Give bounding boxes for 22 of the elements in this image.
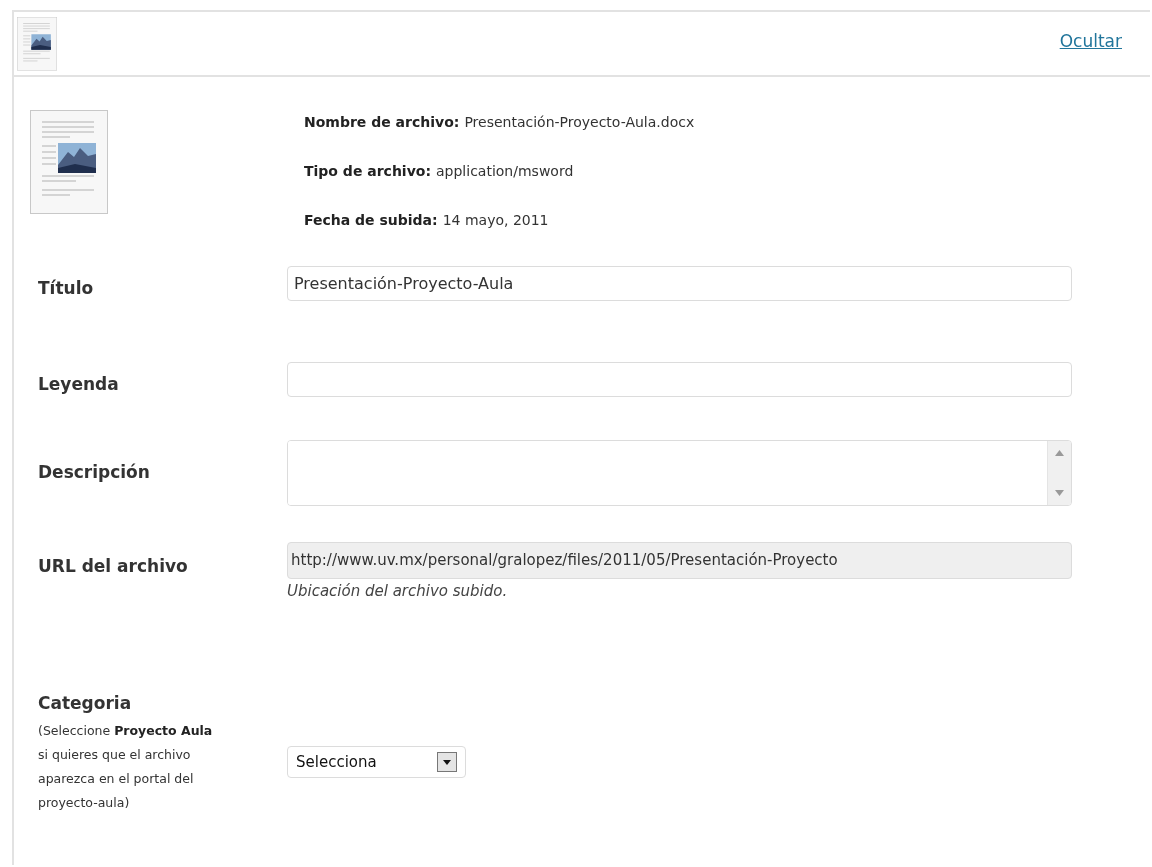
info-value: 14 mayo, 2011 bbox=[442, 212, 549, 228]
info-label: Nombre de archivo: bbox=[304, 114, 460, 130]
help-text: (Seleccione Proyecto Aula si quieres que el archivo aparezca en el portal del proyecto-aula) bbox=[38, 722, 214, 812]
field-label: Leyenda bbox=[38, 373, 120, 396]
field-label: Descripción bbox=[38, 461, 151, 484]
hide-link[interactable]: Ocultar bbox=[1059, 30, 1122, 51]
document-icon bbox=[17, 16, 57, 71]
url-field[interactable]: http://www.uv.mx/personal/gralopez/files/2011/05/Presentación-Proyecto bbox=[287, 542, 1072, 579]
document-icon bbox=[30, 110, 108, 214]
info-label: Tipo de archivo: bbox=[304, 163, 431, 179]
info-value: application/msword bbox=[436, 163, 574, 179]
field-label: URL del archivo bbox=[38, 555, 189, 578]
info-label: Fecha de subida: bbox=[304, 212, 438, 228]
scroll-down-icon[interactable] bbox=[1055, 490, 1064, 496]
field-hint: Ubicación del archivo subido. bbox=[287, 582, 509, 600]
scroll-up-icon[interactable] bbox=[1055, 450, 1064, 456]
info-value: Presentación-Proyecto-Aula.docx bbox=[464, 114, 695, 130]
field-label: Categoria bbox=[38, 692, 133, 715]
text-field[interactable]: Presentación-Proyecto-Aula bbox=[287, 266, 1072, 301]
field-label: Título bbox=[38, 277, 95, 300]
category-select[interactable]: Selecciona bbox=[287, 746, 466, 778]
scrollbar[interactable] bbox=[1047, 441, 1071, 505]
